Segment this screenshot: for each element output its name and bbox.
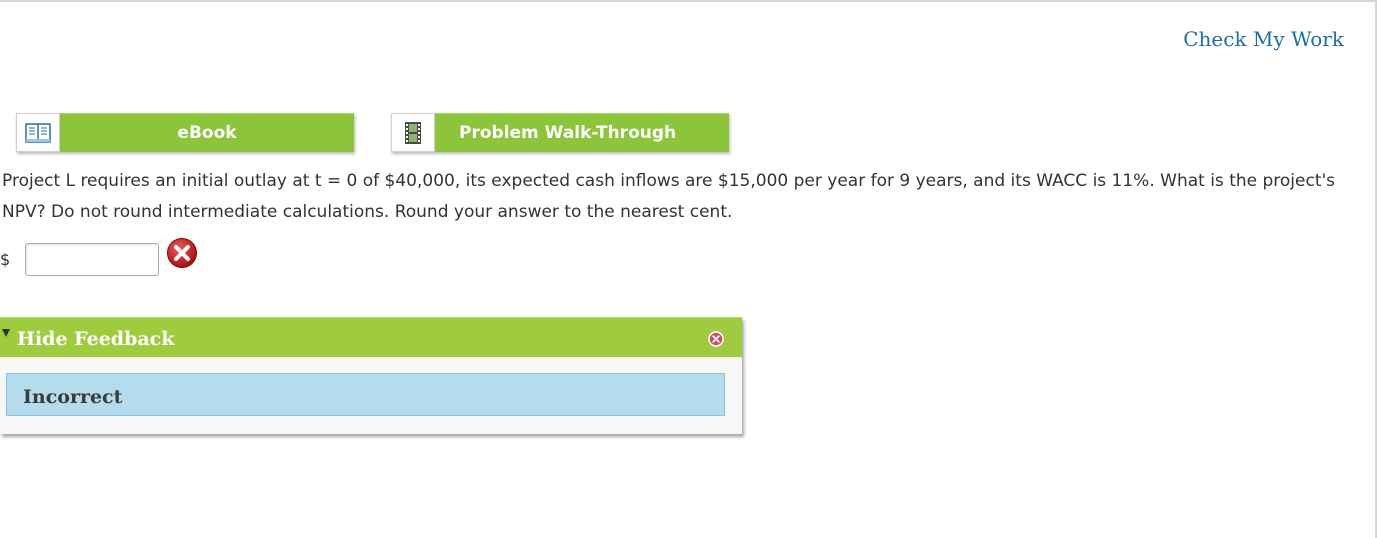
book-icon <box>16 113 60 152</box>
ebook-button[interactable]: eBook <box>16 113 354 152</box>
ebook-button-label: eBook <box>60 113 354 152</box>
hide-feedback-toggle[interactable]: Hide Feedback <box>17 328 174 350</box>
currency-symbol: $ <box>0 250 11 269</box>
feedback-panel: Hide Feedback Incorrect <box>0 317 742 434</box>
feedback-result-text: Incorrect <box>23 386 123 408</box>
collapse-triangle-icon[interactable] <box>2 329 10 337</box>
question-text: Project L requires an initial outlay at … <box>2 171 1336 222</box>
check-my-work-link[interactable]: Check My Work <box>1183 27 1344 51</box>
feedback-result-box: Incorrect <box>6 373 725 416</box>
npv-answer-input[interactable] <box>25 243 159 276</box>
feedback-header: Hide Feedback <box>0 317 742 357</box>
top-divider <box>0 0 1377 2</box>
incorrect-icon <box>167 238 197 268</box>
close-feedback-icon[interactable] <box>708 331 724 347</box>
problem-walkthrough-button[interactable]: Problem Walk-Through <box>391 113 729 152</box>
problem-walkthrough-label: Problem Walk-Through <box>435 113 729 152</box>
film-icon <box>391 113 435 152</box>
